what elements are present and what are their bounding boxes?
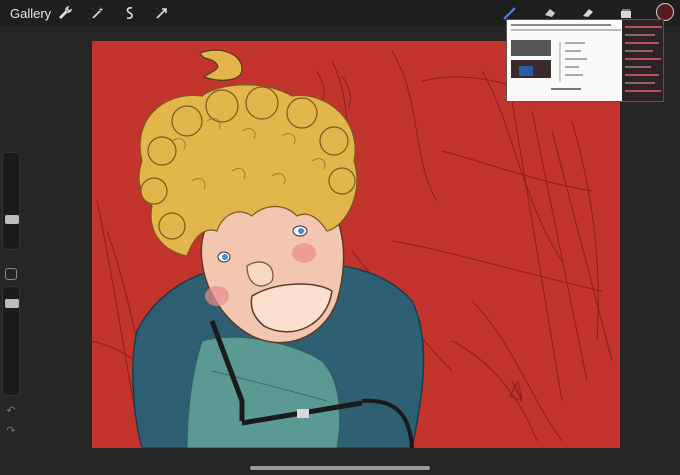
brush-size-thumb[interactable]	[5, 215, 19, 224]
thumbnail-dark-panel	[622, 20, 663, 101]
selection-icon[interactable]	[120, 3, 140, 23]
screenshot-thumbnail-overlay[interactable]	[506, 19, 664, 102]
left-sidebar: ↶ ↷	[2, 152, 20, 442]
magic-wand-icon[interactable]	[88, 3, 108, 23]
wrench-icon[interactable]	[55, 3, 75, 23]
undo-icon[interactable]: ↶	[5, 404, 17, 417]
opacity-thumb[interactable]	[5, 299, 19, 308]
brush-size-slider[interactable]	[2, 152, 20, 250]
drawing-canvas[interactable]	[92, 41, 620, 448]
thumbnail-document-pane	[507, 20, 622, 101]
opacity-slider[interactable]	[2, 286, 20, 396]
artwork-illustration	[92, 49, 613, 448]
gallery-button[interactable]: Gallery	[10, 6, 51, 21]
modify-button[interactable]	[5, 268, 17, 280]
home-indicator[interactable]	[250, 466, 430, 470]
transform-arrow-icon[interactable]	[152, 3, 172, 23]
redo-icon[interactable]: ↷	[5, 424, 17, 437]
